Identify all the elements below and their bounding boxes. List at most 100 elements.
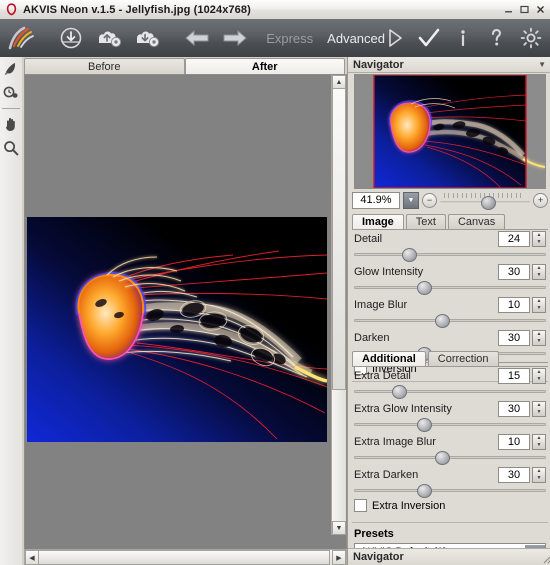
extra-glow-intensity-stepper[interactable]: ▲ ▼	[532, 401, 546, 417]
tab-correction[interactable]: Correction	[427, 351, 499, 366]
save-image-icon[interactable]	[92, 21, 126, 55]
extra-image-blur-value-input[interactable]: 10	[498, 434, 530, 450]
extra-glow-intensity-slider-thumb[interactable]	[417, 418, 433, 432]
image-blur-stepper[interactable]: ▲ ▼	[532, 297, 546, 313]
zoom-slider-thumb[interactable]	[480, 196, 496, 210]
scroll-down-button[interactable]: ▼	[332, 521, 346, 535]
stepper-up-icon[interactable]: ▲	[533, 468, 545, 475]
darken-value-input[interactable]: 30	[498, 330, 530, 346]
stepper-down-icon[interactable]: ▼	[533, 409, 545, 416]
tab-after[interactable]: After	[184, 58, 345, 75]
apply-check-icon[interactable]	[414, 22, 444, 54]
extra-darken-stepper[interactable]: ▲ ▼	[532, 467, 546, 483]
tab-additional[interactable]: Additional	[352, 351, 426, 366]
redo-arrow-icon[interactable]	[218, 21, 252, 55]
navigator-bottom-bar[interactable]: Navigator	[348, 548, 550, 565]
glow-intensity-slider[interactable]	[354, 281, 546, 295]
tab-image[interactable]: Image	[352, 214, 404, 229]
stepper-up-icon[interactable]: ▲	[533, 331, 545, 338]
extra-detail-slider-track	[354, 390, 546, 393]
print-image-icon[interactable]	[130, 21, 164, 55]
info-icon[interactable]	[448, 22, 478, 54]
stepper-down-icon[interactable]: ▼	[533, 376, 545, 383]
detail-slider-thumb[interactable]	[402, 248, 417, 262]
smudge-stamp-tool-icon[interactable]	[0, 81, 22, 105]
extra-image-blur-stepper[interactable]: ▲ ▼	[532, 434, 546, 450]
zoom-slider[interactable]	[440, 193, 530, 210]
stepper-up-icon[interactable]: ▲	[533, 369, 545, 376]
tab-text[interactable]: Text	[405, 214, 446, 229]
canvas-vertical-scrollbar[interactable]: ▲ ▼	[331, 75, 346, 535]
navigator-thumbnail[interactable]	[354, 74, 546, 189]
extra-detail-value-input[interactable]: 15	[498, 368, 530, 384]
zoom-dropdown-chevron-down-icon[interactable]: ▼	[403, 191, 419, 209]
image-blur-slider-thumb[interactable]	[434, 314, 450, 328]
extra-glow-intensity-label: Extra Glow Intensity	[354, 403, 452, 415]
zoom-value-input[interactable]: 41.9%	[352, 191, 400, 209]
main-toolbar: Express Advanced	[0, 19, 550, 58]
zoom-in-button[interactable]: +	[533, 192, 548, 208]
resize-grip-icon[interactable]	[542, 552, 550, 564]
extra-image-blur-label: Extra Image Blur	[354, 436, 436, 448]
minimize-button[interactable]	[501, 2, 515, 16]
tab-before[interactable]: Before	[24, 58, 185, 75]
scroll-up-button[interactable]: ▲	[332, 75, 346, 89]
scroll-left-button[interactable]: ◀	[25, 550, 39, 565]
extra-glow-intensity-value-input[interactable]: 30	[498, 401, 530, 417]
extra-image-blur-slider-thumb[interactable]	[434, 451, 450, 465]
run-play-icon[interactable]	[380, 22, 410, 54]
image-blur-slider[interactable]	[354, 314, 546, 328]
stepper-down-icon[interactable]: ▼	[533, 272, 545, 279]
extra-image-blur-slider[interactable]	[354, 451, 546, 465]
extra-detail-slider[interactable]	[354, 385, 546, 399]
extra-inversion-label: Extra Inversion	[372, 499, 446, 512]
mode-advanced[interactable]: Advanced	[327, 31, 385, 46]
history-brush-tool-icon[interactable]	[0, 57, 22, 81]
stepper-down-icon[interactable]: ▼	[533, 338, 545, 345]
stepper-down-icon[interactable]: ▼	[533, 239, 545, 246]
detail-stepper[interactable]: ▲ ▼	[532, 231, 546, 247]
stepper-down-icon[interactable]: ▼	[533, 442, 545, 449]
detail-slider[interactable]	[354, 248, 546, 262]
zoom-out-button[interactable]: −	[422, 192, 437, 208]
glow-intensity-value-input[interactable]: 30	[498, 264, 530, 280]
help-question-icon[interactable]	[482, 22, 512, 54]
extra-darken-slider-thumb[interactable]	[417, 484, 433, 498]
tab-canvas[interactable]: Canvas	[447, 214, 506, 229]
image-canvas[interactable]: ▲ ▼	[24, 74, 347, 550]
extra-inversion-checkbox[interactable]	[354, 499, 367, 512]
detail-value-input[interactable]: 24	[498, 231, 530, 247]
extra-darken-value-input[interactable]: 30	[498, 467, 530, 483]
darken-stepper[interactable]: ▲ ▼	[532, 330, 546, 346]
extra-detail-slider-thumb[interactable]	[392, 385, 408, 399]
extra-darken-slider[interactable]	[354, 484, 546, 498]
open-image-icon[interactable]	[54, 21, 88, 55]
scroll-right-button[interactable]: ▶	[332, 550, 346, 565]
extra-image-blur-slider-track	[354, 456, 546, 459]
extra-detail-stepper[interactable]: ▲ ▼	[532, 368, 546, 384]
horizontal-scroll-thumb[interactable]	[38, 550, 330, 565]
extra-inversion-checkbox-row[interactable]: Extra Inversion	[354, 499, 445, 512]
navigator-header[interactable]: Navigator ▼	[348, 57, 550, 73]
maximize-button[interactable]	[517, 2, 531, 16]
preferences-gear-icon[interactable]	[516, 22, 546, 54]
stepper-up-icon[interactable]: ▲	[533, 402, 545, 409]
extra-glow-intensity-slider[interactable]	[354, 418, 546, 432]
stepper-up-icon[interactable]: ▲	[533, 265, 545, 272]
stepper-up-icon[interactable]: ▲	[533, 232, 545, 239]
canvas-horizontal-scrollbar[interactable]: ◀ ▶	[24, 549, 347, 565]
undo-arrow-icon[interactable]	[180, 21, 214, 55]
close-button[interactable]	[533, 2, 547, 16]
chevron-down-icon[interactable]: ▼	[538, 60, 546, 69]
hand-tool-icon[interactable]	[0, 112, 22, 136]
vertical-scroll-thumb[interactable]	[332, 88, 346, 390]
mode-express[interactable]: Express	[266, 31, 313, 46]
stepper-down-icon[interactable]: ▼	[533, 305, 545, 312]
glow-intensity-slider-thumb[interactable]	[417, 281, 433, 295]
stepper-up-icon[interactable]: ▲	[533, 435, 545, 442]
glow-intensity-stepper[interactable]: ▲ ▼	[532, 264, 546, 280]
zoom-tool-icon[interactable]	[0, 136, 22, 160]
stepper-down-icon[interactable]: ▼	[533, 475, 545, 482]
stepper-up-icon[interactable]: ▲	[533, 298, 545, 305]
image-blur-value-input[interactable]: 10	[498, 297, 530, 313]
